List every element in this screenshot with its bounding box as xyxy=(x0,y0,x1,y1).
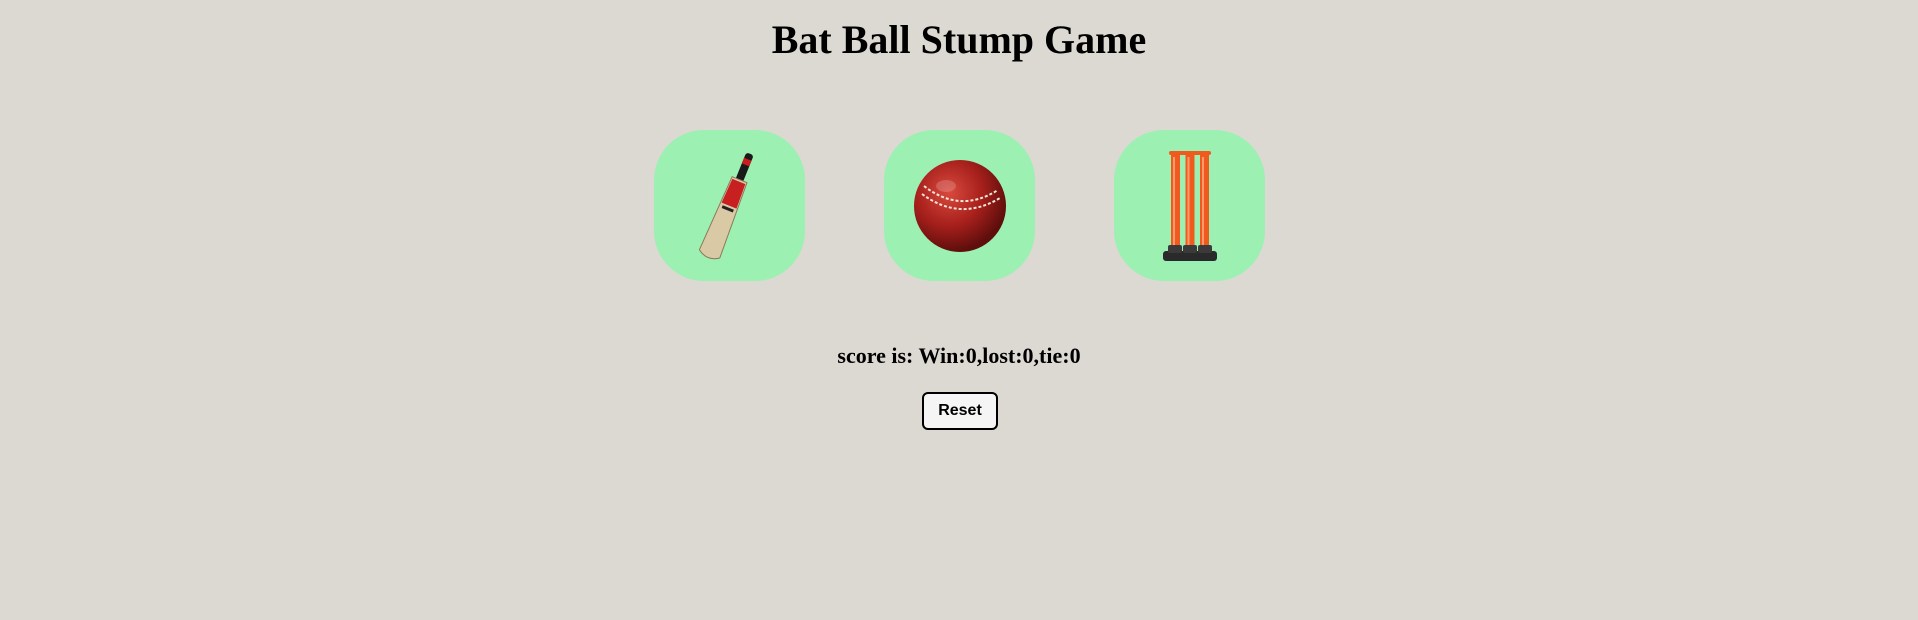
reset-button[interactable]: Reset xyxy=(922,392,998,430)
ball-button[interactable] xyxy=(884,130,1035,281)
choice-buttons xyxy=(654,130,1265,282)
page-title: Bat Ball Stump Game xyxy=(771,17,1147,62)
cricket-bat-icon xyxy=(698,152,753,259)
cricket-stumps-icon xyxy=(1162,150,1217,261)
cricket-ball-icon xyxy=(913,159,1006,252)
stump-button[interactable] xyxy=(1114,130,1265,281)
bat-button[interactable] xyxy=(654,130,805,281)
score-text: score is: Win:0,lost:0,tie:0 xyxy=(837,343,1081,368)
